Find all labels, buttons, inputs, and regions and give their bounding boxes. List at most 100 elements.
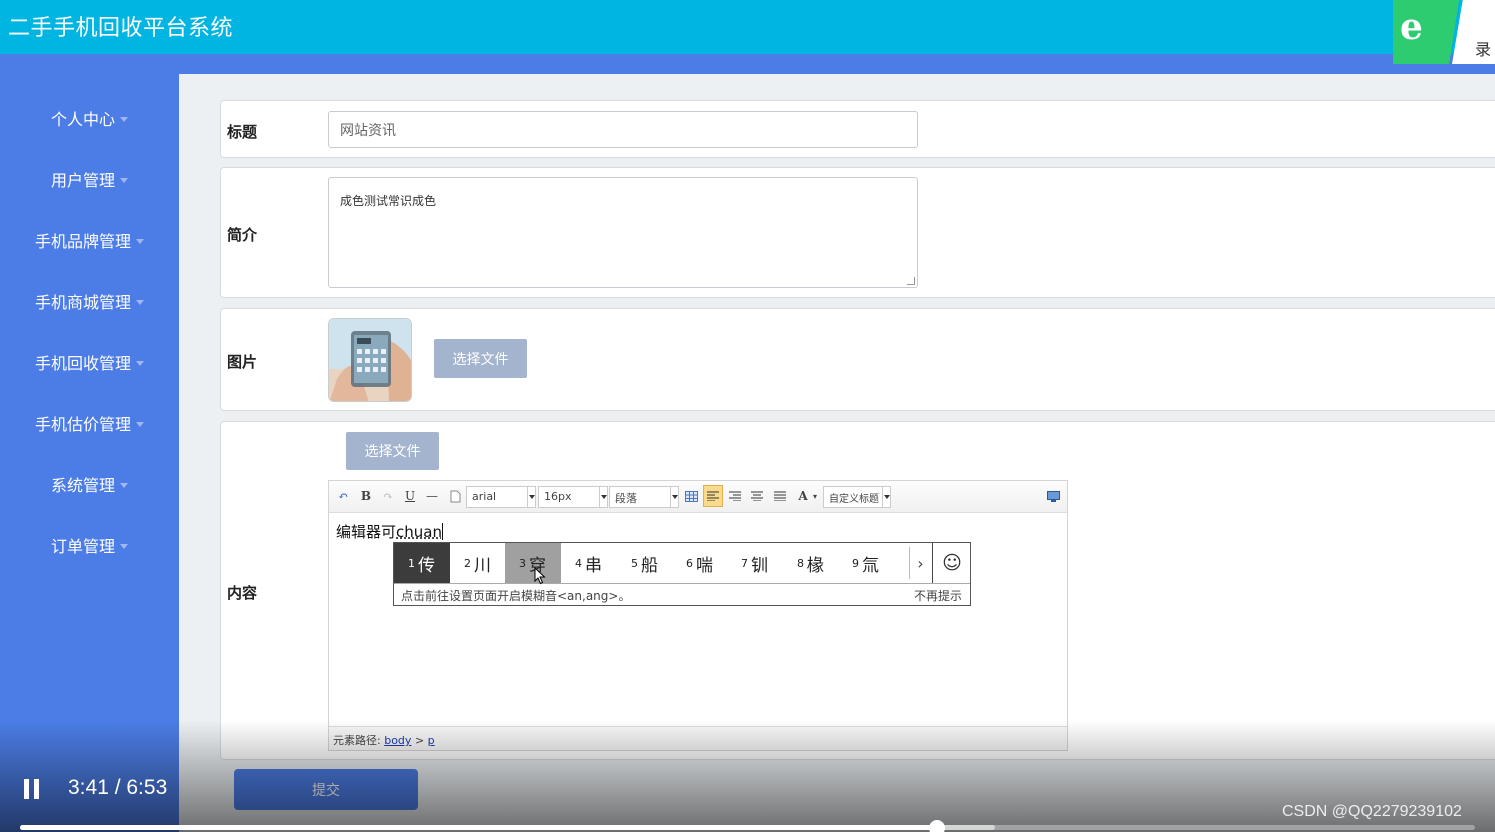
fullscreen-icon[interactable] — [1045, 488, 1061, 504]
intro-row: 简介 成色测试常识成色 — [220, 167, 1495, 298]
sidebar-item-mall-management[interactable]: 手机商城管理 — [0, 281, 179, 321]
page-icon[interactable] — [447, 488, 463, 504]
dropdown-arrow-icon — [882, 487, 890, 507]
font-family-select[interactable]: arial — [466, 486, 536, 508]
ime-candidate[interactable]: 7钏 — [727, 543, 783, 583]
sidebar-item-label: 手机商城管理 — [34, 293, 131, 312]
font-size-value: 16px — [544, 490, 572, 503]
custom-title-value: 自定义标题 — [829, 494, 879, 505]
title-input[interactable]: 网站资讯 — [328, 111, 918, 148]
font-color-arrow-icon[interactable]: ▾ — [811, 488, 819, 504]
sidebar-item-system-management[interactable]: 系统管理 — [0, 464, 179, 504]
choose-content-file-button[interactable]: 选择文件 — [346, 432, 439, 470]
title-row: 标题 网站资讯 — [220, 100, 1495, 158]
candidate-text: 钏 — [751, 555, 768, 576]
ime-candidate[interactable]: 2川 — [450, 543, 506, 583]
path-body-link[interactable]: body — [384, 734, 411, 747]
align-left-icon[interactable] — [703, 485, 723, 507]
ime-dismiss-link[interactable]: 不再提示 — [914, 587, 962, 604]
sidebar-item-label: 订单管理 — [50, 537, 115, 556]
sidebar-item-recycle-management[interactable]: 手机回收管理 — [0, 342, 179, 382]
phone-thumbnail-image — [328, 318, 412, 402]
intro-textarea[interactable]: 成色测试常识成色 — [328, 177, 918, 288]
path-p-link[interactable]: p — [428, 734, 435, 747]
resize-grip-icon[interactable] — [907, 277, 915, 285]
font-color-icon[interactable]: A — [795, 488, 811, 504]
font-size-select[interactable]: 16px — [538, 486, 608, 508]
ime-tip[interactable]: 点击前往设置页面开启模糊音<an,ang>。 — [401, 587, 630, 604]
dropdown-arrow-icon — [599, 487, 607, 507]
table-icon[interactable] — [683, 488, 699, 504]
candidate-number: 9 — [852, 556, 859, 570]
bold-icon[interactable]: B — [358, 488, 374, 504]
ime-candidate-window: 1传 2川 3穿 4串 5船 6喘 7钏 8椽 9氚 › ☺ 点击前往设置页面开… — [393, 542, 971, 606]
element-path-bar: 元素路径: body > p — [329, 726, 1067, 750]
ime-candidate[interactable]: 5船 — [617, 543, 673, 583]
candidate-number: 6 — [686, 556, 693, 570]
candidate-text: 喘 — [696, 555, 713, 576]
editor-toolbar: ↶ B ↷ U — arial 16px 段落 A ▾ 自定义标题 — [329, 481, 1067, 513]
video-time: 3:41 / 6:53 — [68, 776, 168, 799]
sidebar-item-personal-center[interactable]: 个人中心 — [0, 98, 179, 138]
candidate-text: 船 — [641, 555, 658, 576]
sidebar-item-label: 系统管理 — [50, 476, 115, 495]
app-title: 二手手机回收平台系统 — [8, 16, 234, 41]
candidate-text: 串 — [585, 555, 602, 576]
sidebar-item-label: 个人中心 — [50, 110, 115, 129]
intro-text: 成色测试常识成色 — [340, 194, 437, 208]
paragraph-value: 段落 — [615, 492, 637, 505]
align-justify-icon[interactable] — [772, 488, 788, 504]
ime-candidate[interactable]: 8椽 — [783, 543, 839, 583]
candidate-text: 椽 — [807, 555, 824, 576]
candidate-number: 4 — [575, 556, 582, 570]
caret-down-icon — [120, 177, 128, 183]
horizontal-rule-icon[interactable]: — — [424, 488, 440, 504]
ime-candidate[interactable]: 4串 — [561, 543, 617, 583]
ime-next-page-icon[interactable]: › — [909, 547, 931, 579]
image-label: 图片 — [227, 353, 258, 371]
align-center-icon[interactable] — [749, 488, 765, 504]
submit-button[interactable]: 提交 — [234, 769, 418, 810]
ime-candidate[interactable]: 1传 — [394, 543, 450, 583]
candidate-number: 2 — [464, 556, 471, 570]
dropdown-arrow-icon — [670, 487, 678, 507]
video-progress-handle[interactable] — [928, 820, 945, 832]
pause-icon[interactable] — [24, 779, 40, 799]
ime-candidate[interactable]: 3穿 — [505, 543, 561, 583]
sidebar-item-brand-management[interactable]: 手机品牌管理 — [0, 220, 179, 260]
sidebar-item-valuation-management[interactable]: 手机估价管理 — [0, 403, 179, 443]
undo-icon[interactable]: ↶ — [335, 488, 351, 504]
header-strip — [0, 54, 1495, 74]
sidebar-item-order-management[interactable]: 订单管理 — [0, 525, 179, 565]
ime-candidate[interactable]: 6喘 — [672, 543, 728, 583]
smiley-icon[interactable]: ☺ — [932, 543, 971, 583]
redo-icon[interactable]: ↷ — [380, 488, 396, 504]
ime-divider — [394, 583, 970, 584]
editor-content[interactable]: 编辑器可chuan — [336, 521, 443, 542]
candidate-number: 1 — [408, 556, 415, 570]
sidebar-item-label: 用户管理 — [50, 171, 115, 190]
custom-title-select[interactable]: 自定义标题 — [823, 486, 891, 508]
candidate-number: 3 — [519, 556, 526, 570]
watermark: CSDN @QQ2279239102 — [1282, 803, 1462, 820]
candidate-number: 7 — [741, 556, 748, 570]
editor-text: 编辑器可 — [336, 523, 397, 541]
ime-candidate[interactable]: 9氚 — [838, 543, 894, 583]
video-progress-bar[interactable] — [20, 820, 1475, 832]
align-right-icon[interactable] — [727, 488, 743, 504]
caret-down-icon — [120, 116, 128, 122]
video-progress-fill — [20, 825, 937, 830]
candidate-text: 传 — [418, 555, 435, 576]
sidebar-item-user-management[interactable]: 用户管理 — [0, 159, 179, 199]
rich-text-editor: ↶ B ↷ U — arial 16px 段落 A ▾ 自定义标题 编辑器可ch… — [328, 480, 1068, 751]
underline-icon[interactable]: U — [402, 488, 418, 504]
caret-down-icon — [120, 482, 128, 488]
font-family-value: arial — [472, 490, 497, 503]
sidebar-item-label: 手机品牌管理 — [34, 232, 131, 251]
paragraph-select[interactable]: 段落 — [609, 486, 679, 508]
candidate-text: 川 — [474, 555, 491, 576]
text-cursor — [441, 523, 443, 540]
path-separator: > — [414, 734, 425, 747]
title-label: 标题 — [227, 123, 258, 141]
choose-image-button[interactable]: 选择文件 — [434, 339, 527, 378]
